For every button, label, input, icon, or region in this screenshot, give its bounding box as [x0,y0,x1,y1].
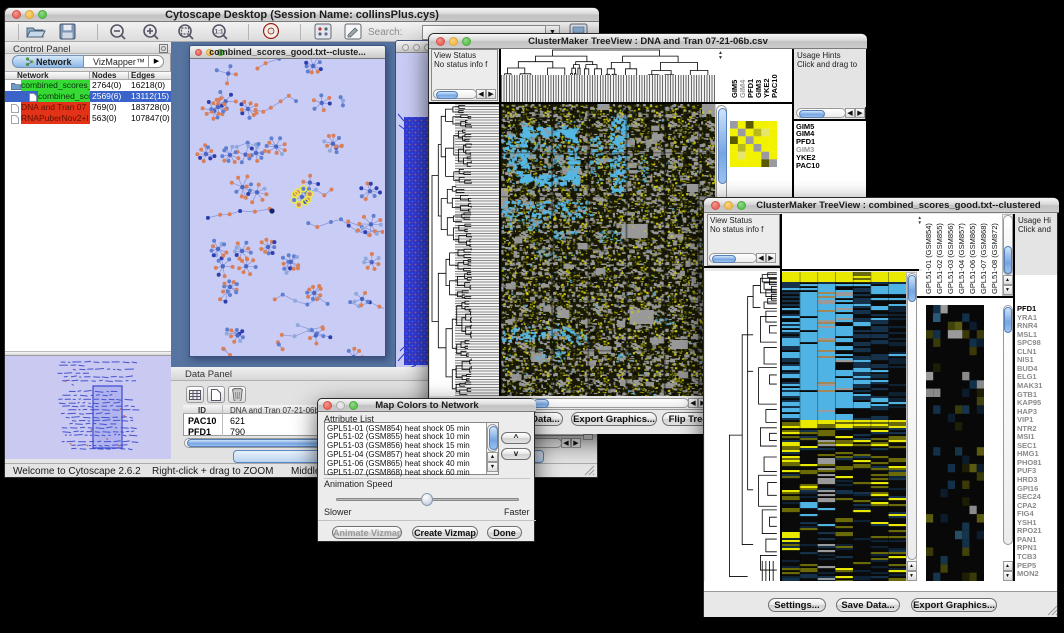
svg-text:1:1: 1:1 [215,30,224,36]
